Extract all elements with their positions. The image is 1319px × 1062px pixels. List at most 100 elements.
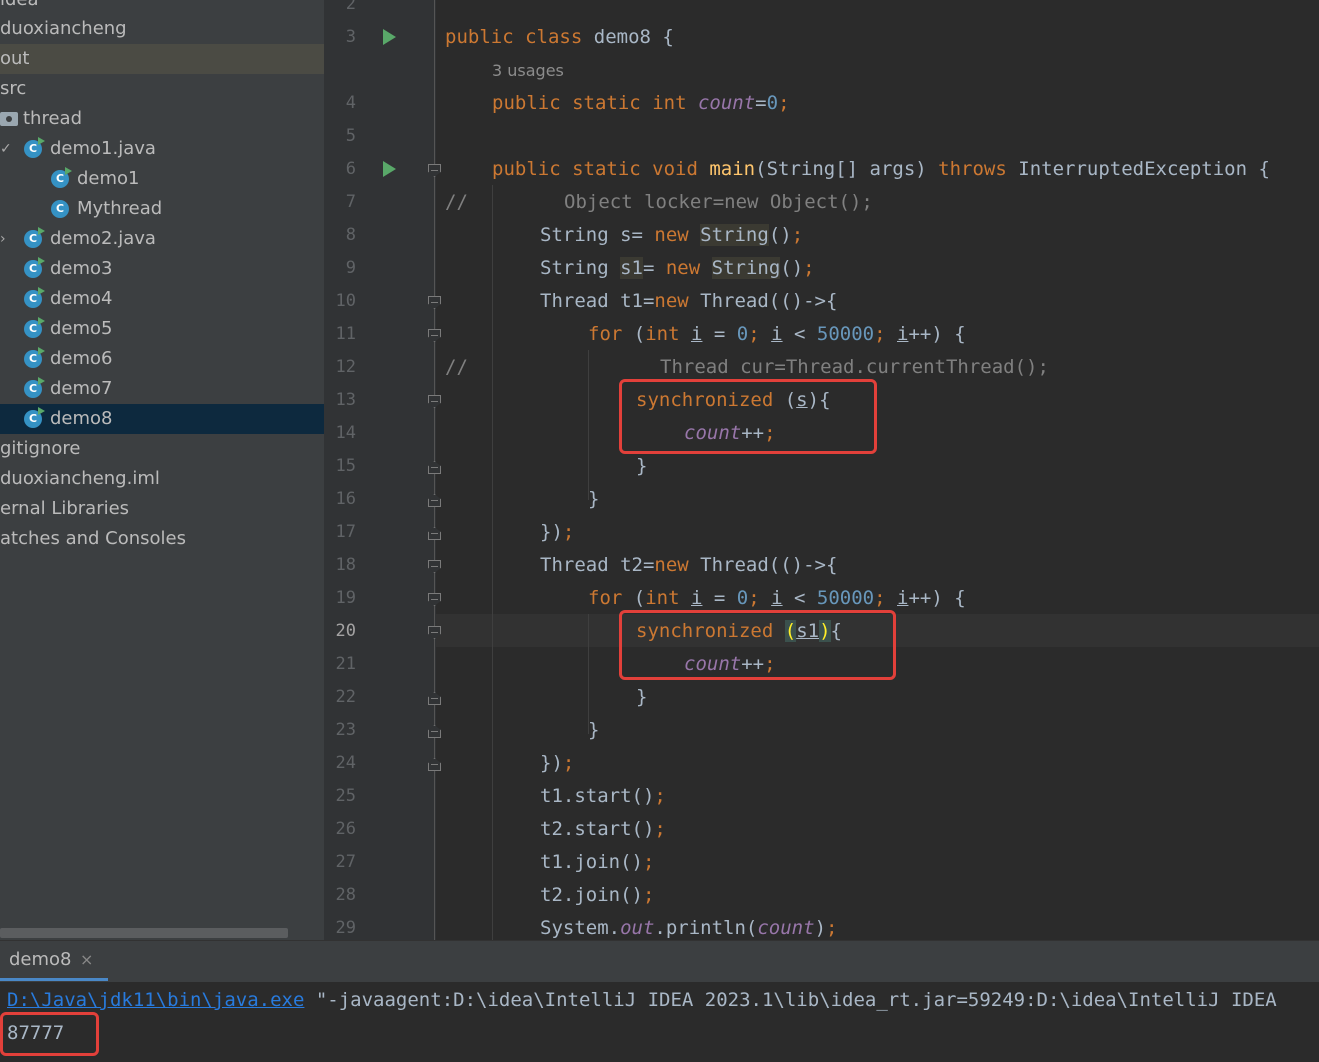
tree-item-label: thread [23,108,83,129]
tree-item-idea[interactable]: idea [0,0,324,15]
tree-item-src[interactable]: src [0,74,324,104]
tree-item-iml[interactable]: duoxiancheng.iml [0,464,324,494]
code-token: static [572,92,641,114]
tree-item-scratches[interactable]: atches and Consoles [0,524,324,554]
tree-item-duoxiancheng[interactable]: duoxiancheng [0,14,324,44]
code-token: i [691,587,703,609]
tree-horizontal-scrollbar[interactable] [0,928,288,938]
code-line-15[interactable]: } [636,450,647,483]
code-token: String s= [540,224,655,246]
tree-item-thread[interactable]: thread [0,104,324,134]
line-number: 8 [345,225,356,245]
code-token: String [540,257,621,279]
code-token: .println( [654,917,758,939]
code-token: } [588,719,600,741]
chevron-down-icon[interactable]: ✓ [0,134,12,164]
tree-item-demo8[interactable]: Cdemo8 [0,404,324,434]
code-token: }) [540,752,563,774]
tree-item-gitignore[interactable]: gitignore [0,434,324,464]
tree-item-label: Mythread [77,198,163,219]
code-token: ) [814,917,827,939]
code-token: 0 [766,92,779,114]
code-token: count [757,917,815,939]
code-line-24[interactable]: }); [540,747,574,780]
code-line-4[interactable]: public static int count=0; [492,87,790,120]
java-exe-link[interactable]: D:\Java\jdk11\bin\java.exe [7,989,304,1011]
code-token: (String[] args) [755,158,927,180]
project-tree: idea duoxiancheng out src thread ✓Cdemo1… [0,0,324,940]
close-icon[interactable]: × [80,950,93,969]
code-line-10[interactable]: Thread t1=new Thread(()->{ [540,285,837,318]
tree-item-out[interactable]: out [0,44,324,74]
tree-item-demo2-java[interactable]: › Cdemo2.java [0,224,324,254]
code-line-28[interactable]: t2.join(); [540,879,654,912]
code-token: t2.join() [540,884,643,906]
tree-item-demo5[interactable]: Cdemo5 [0,314,324,344]
line-number: 10 [335,291,356,311]
code-token: for [588,587,623,609]
code-line-7-text[interactable]: Object locker=new Object(); [564,186,873,219]
code-token: s1 [620,257,643,279]
code-line-26[interactable]: t2.start(); [540,813,666,846]
java-class-icon: C [24,287,45,308]
code-line-9[interactable]: String s1= new String(); [540,252,815,285]
line-number: 15 [335,456,356,476]
code-line-25[interactable]: t1.start(); [540,780,666,813]
code-line-22[interactable]: } [636,681,647,714]
tree-item-mythread[interactable]: C Mythread [0,194,324,224]
code-token: 50000 [816,323,875,345]
code-token: class [525,26,583,48]
tree-item-demo1-java[interactable]: ✓ Cdemo1.java [0,134,324,164]
code-token: int [645,323,680,345]
line-number: 4 [345,93,356,113]
line-number: 13 [335,390,356,410]
code-line-11[interactable]: for (int i = 0; i < 50000; i++) { [588,318,966,351]
java-class-icon: C [24,137,45,158]
highlight-box-sync-s1 [619,610,896,680]
tree-item-label: idea [0,0,39,15]
usages-hint[interactable]: 3 usages [492,54,564,87]
code-token: ; [874,323,897,345]
console-args: "-javaagent:D:\idea\IntelliJ IDEA 2023.1… [304,989,1277,1011]
code-line-18[interactable]: Thread t2=new Thread(()->{ [540,549,837,582]
run-class-icon[interactable] [383,29,396,45]
tree-item-label: demo5 [50,318,113,339]
tree-item-demo1[interactable]: Cdemo1 [0,164,324,194]
line-number: 16 [335,489,356,509]
line-number: 24 [335,753,356,773]
tree-item-demo3[interactable]: Cdemo3 [0,254,324,284]
code-token: 50000 [816,587,875,609]
comment-text: Object locker=new Object(); [564,191,873,213]
tree-item-demo6[interactable]: Cdemo6 [0,344,324,374]
tree-item-demo4[interactable]: Cdemo4 [0,284,324,314]
code-line-12[interactable]: // [445,351,468,384]
chevron-right-icon[interactable]: › [0,224,6,254]
code-token: t2.start() [540,818,655,840]
tree-item-label: src [0,78,27,99]
code-line-3[interactable]: public class demo8 { [445,21,674,54]
code-line-6[interactable]: public static void main(String[] args) t… [492,153,1270,186]
code-line-8[interactable]: String s= new String(); [540,219,803,252]
run-tab-demo8[interactable]: demo8 × [0,941,108,981]
code-line-27[interactable]: t1.join(); [540,846,654,879]
run-main-icon[interactable] [383,161,396,177]
code-line-17[interactable]: }); [540,516,574,549]
code-token: count [697,92,756,114]
line-number: 12 [335,357,356,377]
console-command-line[interactable]: D:\Java\jdk11\bin\java.exe "-javaagent:D… [7,989,1277,1011]
tree-item-demo7[interactable]: Cdemo7 [0,374,324,404]
run-console[interactable]: D:\Java\jdk11\bin\java.exe "-javaagent:D… [0,982,1319,1062]
code-line-7[interactable]: // [445,186,468,219]
code-line-23[interactable]: } [588,714,599,747]
java-class-icon: C [24,407,45,428]
indent-guide [588,350,589,500]
code-token: new [665,257,701,279]
tree-item-external-libraries[interactable]: ernal Libraries [0,494,324,524]
tree-item-label: demo4 [50,288,113,309]
code-token: System. [540,917,621,939]
code-token: main [709,158,756,180]
code-token: for [588,323,623,345]
code-token: i [771,587,783,609]
code-token: throws [938,158,1007,180]
code-line-16[interactable]: } [588,483,599,516]
